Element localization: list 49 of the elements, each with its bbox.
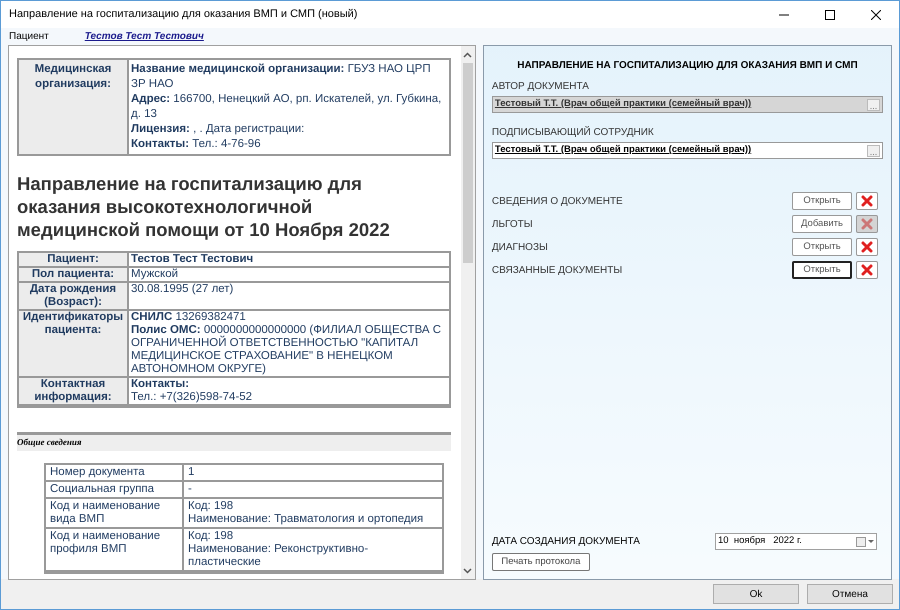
table-cell: 30.08.1995 (27 лет) [129, 283, 449, 311]
delete-icon[interactable] [856, 192, 878, 210]
table-cell: Код: 198 Наименование: Травматология и ортопедия [184, 498, 442, 528]
scrollbar-thumb[interactable] [462, 63, 473, 263]
table-cell: Идентификаторы пациента: [19, 311, 129, 378]
date-field[interactable]: 10 ноября 2022 г. [715, 533, 877, 550]
section-title: Общие сведения [17, 432, 451, 450]
section-label: ЛЬГОТЫ [492, 218, 534, 232]
field-label: АВТОР ДОКУМЕНТА [492, 80, 590, 94]
calendar-dropdown-icon[interactable] [856, 536, 874, 546]
table-cell: Медицинская организация: [19, 60, 129, 154]
table-cell: Контакты: Тел.: +7(326)598-74-52 [129, 378, 449, 406]
table-cell: Социальная группа [46, 482, 184, 498]
table-cell: Пациент: [19, 253, 129, 268]
table-cell: Дата рождения (Возраст): [19, 283, 129, 311]
table-cell: Пол пациента: [19, 268, 129, 283]
window-title: Направление на госпитализацию для оказания ВМП и СМП (новый) [9, 7, 358, 22]
delete-icon[interactable] [856, 261, 878, 279]
date-label: ДАТА СОЗДАНИЯ ДОКУМЕНТА [492, 535, 640, 549]
action-button[interactable]: Открыть [792, 238, 852, 256]
table-cell: Мужской [129, 268, 449, 283]
patient-label: Пациент [9, 30, 49, 44]
table-cell: Тестов Тест Тестович [129, 253, 449, 268]
dialog-button[interactable]: Отмена [807, 584, 893, 604]
delete-icon[interactable] [856, 238, 878, 256]
table-cell-text: Название медицинской организации: ГБУЗ НАО ЦРП ЗР НАО Адрес: 166700, Ненецкий АО, рп. Искателей, ул. Губкина, д. 13 Лицензия: , . Дата регистрации: Контакты: Тел.: 4-76-96 [130, 62, 442, 152]
table-cell: Номер документа [46, 464, 184, 482]
form-title: НАПРАВЛЕНИЕ НА ГОСПИТАЛИЗАЦИЮ ДЛЯ ОКАЗАНИЯ ВМП И СМП [516, 59, 859, 73]
action-button[interactable]: Открыть [792, 261, 852, 279]
print-button[interactable]: Печать протокола [492, 553, 590, 571]
table-cell: 1 [184, 464, 442, 482]
field-label: ПОДПИСЫВАЮЩИЙ СОТРУДНИК [492, 125, 655, 140]
text-field[interactable]: Тестовый Т.Т. (Врач общей практики (семейный врач)) [492, 142, 883, 159]
action-button[interactable]: Добавить [792, 215, 852, 233]
text-field: Тестовый Т.Т. (Врач общей практики (семейный врач)) [492, 96, 883, 113]
table-cell: Код: 198 Наименование: Реконструктивно-пластические [184, 528, 442, 572]
section-label: СВЯЗАННЫЕ ДОКУМЕНТЫ [492, 264, 624, 278]
patient-link[interactable]: Тестов Тест Тестович [84, 28, 204, 44]
table-cell: Контактная информация: [19, 378, 129, 406]
table-cell: - [184, 482, 442, 498]
section-label: СВЕДЕНИЯ О ДОКУМЕНТЕ [492, 194, 624, 208]
dialog-button[interactable]: Ok [713, 584, 799, 604]
scrollbar[interactable] [460, 46, 475, 579]
document-heading: Направление на госпитализацию для оказания высокотехнологичной медицинской помощи от 10 Ноября 2022 [17, 172, 391, 241]
table-cell: СНИЛС 13269382471 Полис ОМС: 0000000000000000 (ФИЛИАЛ ОБЩЕСТВА С ОГРАНИЧЕННОЙ ОТВЕТСТВЕННОСТЬЮ "КАПИТАЛ МЕДИЦИНСКОЕ СТРАХОВАНИЕ" В НЕНЕЦКОМ АВТОНОМНОМ ОКРУГЕ) [129, 311, 449, 378]
action-button[interactable]: Открыть [792, 192, 852, 210]
section-label: ДИАГНОЗЫ [492, 240, 549, 254]
table-cell: Код и наименование вида ВМП [46, 498, 184, 528]
table-cell: Код и наименование профиля ВМП [46, 528, 184, 572]
